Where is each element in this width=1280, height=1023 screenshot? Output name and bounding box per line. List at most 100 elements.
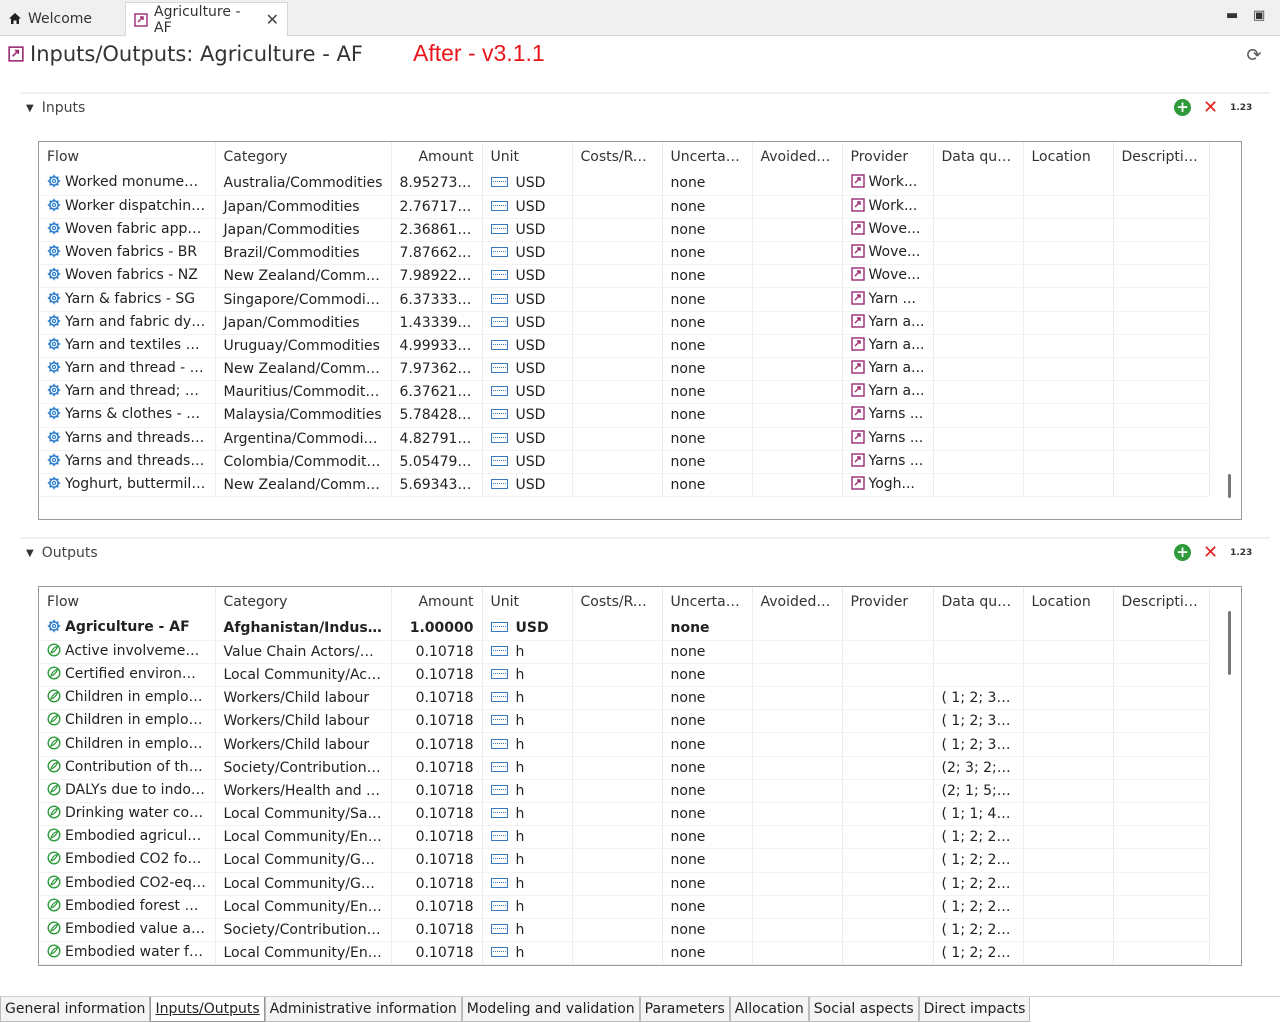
uncertainty-cell[interactable]: none: [662, 686, 753, 711]
category-cell[interactable]: Mauritius/Commodities: [215, 380, 392, 405]
costs-cell[interactable]: [572, 918, 663, 943]
description-cell[interactable]: [1113, 311, 1210, 335]
costs-cell[interactable]: [572, 473, 663, 498]
category-cell[interactable]: New Zealand/Commo...: [215, 264, 392, 289]
data-quality-cell[interactable]: ( 1; 2; 2; ...: [933, 895, 1024, 919]
flow-cell[interactable]: Worker dispatching ...: [39, 195, 216, 219]
outputs-column-header[interactable]: Category: [215, 587, 392, 617]
description-cell[interactable]: [1113, 756, 1210, 780]
location-cell[interactable]: [1023, 872, 1114, 896]
flow-cell[interactable]: Yarn and fabric dyei...: [39, 311, 216, 335]
costs-cell[interactable]: [572, 617, 663, 641]
unit-cell[interactable]: USD: [482, 311, 573, 335]
unit-cell[interactable]: h: [482, 686, 573, 711]
provider-cell[interactable]: [842, 756, 934, 780]
provider-cell[interactable]: [842, 686, 934, 711]
unit-cell[interactable]: h: [482, 802, 573, 827]
amount-cell[interactable]: 0.10718: [391, 848, 483, 873]
provider-cell[interactable]: Yarns ...: [842, 403, 934, 428]
category-cell[interactable]: Afghanistan/Industries: [215, 617, 392, 641]
flow-cell[interactable]: Yarn & fabrics - SG: [39, 287, 216, 312]
outputs-column-header[interactable]: Uncertainty: [662, 587, 753, 617]
provider-cell[interactable]: [842, 802, 934, 827]
location-cell[interactable]: [1023, 779, 1114, 804]
avoided-cell[interactable]: [752, 403, 843, 428]
uncertainty-cell[interactable]: none: [662, 779, 753, 804]
location-cell[interactable]: [1023, 450, 1114, 474]
description-cell[interactable]: [1113, 802, 1210, 827]
costs-cell[interactable]: [572, 334, 663, 359]
avoided-cell[interactable]: [752, 195, 843, 219]
costs-cell[interactable]: [572, 686, 663, 711]
data-quality-cell[interactable]: ( 1; 2; 2; ...: [933, 825, 1024, 850]
description-cell[interactable]: [1113, 918, 1210, 943]
unit-cell[interactable]: USD: [482, 287, 573, 312]
description-cell[interactable]: [1113, 617, 1210, 641]
page-tab[interactable]: Allocation: [729, 997, 809, 1022]
costs-cell[interactable]: [572, 287, 663, 312]
outputs-column-header[interactable]: Flow: [39, 587, 216, 617]
flow-cell[interactable]: Embodied CO2 foot...: [39, 848, 216, 873]
inputs-column-header[interactable]: Avoided ...: [752, 142, 843, 172]
unit-cell[interactable]: h: [482, 848, 573, 873]
costs-cell[interactable]: [572, 241, 663, 266]
provider-cell[interactable]: [842, 872, 934, 896]
unit-cell[interactable]: h: [482, 872, 573, 896]
outputs-column-header[interactable]: Amount: [391, 587, 483, 617]
avoided-cell[interactable]: [752, 617, 843, 641]
data-quality-cell[interactable]: ( 1; 2; 2; ...: [933, 848, 1024, 873]
costs-cell[interactable]: [572, 427, 663, 451]
amount-cell[interactable]: 0.10718: [391, 779, 483, 804]
delete-icon[interactable]: ✕: [1203, 99, 1218, 117]
data-quality-cell[interactable]: ( 1; 2; 2; ...: [933, 941, 1024, 965]
uncertainty-cell[interactable]: none: [662, 357, 753, 382]
flow-cell[interactable]: Agriculture - AF: [39, 617, 216, 641]
amount-cell[interactable]: 2.36861E-7: [391, 218, 483, 243]
flow-cell[interactable]: Yarn and thread - NZ: [39, 357, 216, 382]
data-quality-cell[interactable]: [933, 380, 1024, 405]
table-row[interactable]: Yarn and thread; wo... Mauritius/Commodit…: [39, 380, 1210, 405]
uncertainty-cell[interactable]: none: [662, 732, 753, 757]
uncertainty-cell[interactable]: none: [662, 241, 753, 266]
location-cell[interactable]: [1023, 802, 1114, 827]
data-quality-cell[interactable]: (2; 3; 2; 1...: [933, 756, 1024, 780]
amount-cell[interactable]: 0.10718: [391, 756, 483, 780]
avoided-cell[interactable]: [752, 311, 843, 335]
unit-cell[interactable]: h: [482, 941, 573, 965]
location-cell[interactable]: [1023, 756, 1114, 780]
category-cell[interactable]: Local Community/Env...: [215, 895, 392, 919]
table-row[interactable]: Children in employ... Workers/Child labou…: [39, 709, 1210, 734]
unit-cell[interactable]: h: [482, 779, 573, 804]
uncertainty-cell[interactable]: none: [662, 709, 753, 734]
provider-cell[interactable]: [842, 918, 934, 943]
costs-cell[interactable]: [572, 264, 663, 289]
costs-cell[interactable]: [572, 195, 663, 219]
description-cell[interactable]: [1113, 825, 1210, 850]
description-cell[interactable]: [1113, 287, 1210, 312]
description-cell[interactable]: [1113, 779, 1210, 804]
table-row[interactable]: Children in employ... Workers/Child labou…: [39, 686, 1210, 711]
unit-cell[interactable]: USD: [482, 427, 573, 451]
location-cell[interactable]: [1023, 264, 1114, 289]
category-cell[interactable]: Colombia/Commodities: [215, 450, 392, 474]
description-cell[interactable]: [1113, 640, 1210, 664]
description-cell[interactable]: [1113, 195, 1210, 219]
page-tab[interactable]: Parameters: [639, 997, 730, 1022]
flow-cell[interactable]: Active involvement ...: [39, 640, 216, 664]
unit-cell[interactable]: USD: [482, 473, 573, 498]
amount-cell[interactable]: 0.10718: [391, 663, 483, 688]
unit-cell[interactable]: USD: [482, 450, 573, 474]
inputs-column-header[interactable]: Data quali...: [933, 142, 1024, 172]
inputs-column-header[interactable]: Category: [215, 142, 392, 172]
collapse-icon[interactable]: ▼: [26, 103, 34, 114]
flow-cell[interactable]: Children in employ...: [39, 686, 216, 711]
uncertainty-cell[interactable]: none: [662, 427, 753, 451]
avoided-cell[interactable]: [752, 427, 843, 451]
uncertainty-cell[interactable]: none: [662, 617, 753, 641]
category-cell[interactable]: Local Community/Saf...: [215, 802, 392, 827]
inputs-scrollbar[interactable]: [1228, 474, 1231, 498]
flow-cell[interactable]: Yarns and threads, fa...: [39, 450, 216, 474]
category-cell[interactable]: New Zealand/Commo...: [215, 473, 392, 498]
flow-cell[interactable]: Embodied value add...: [39, 918, 216, 943]
minimize-icon[interactable]: ▬: [1226, 8, 1238, 23]
